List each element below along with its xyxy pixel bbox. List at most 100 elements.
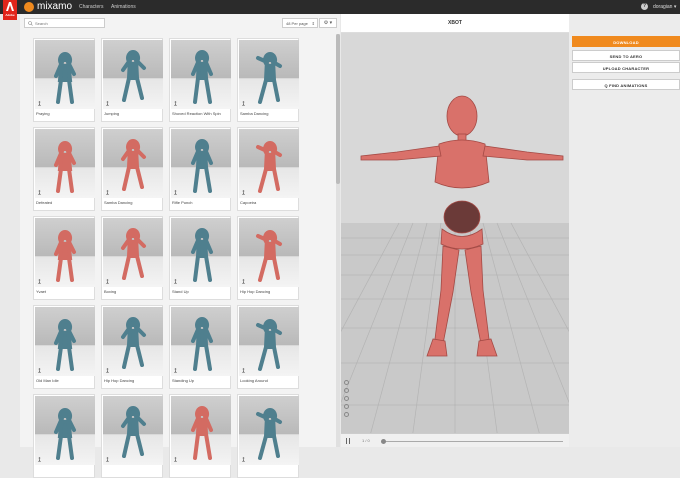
zoom-icon[interactable] xyxy=(344,404,349,409)
settings-dropdown-button[interactable]: ⚙ ▾ xyxy=(319,18,337,28)
scrollbar-thumb[interactable] xyxy=(336,34,340,184)
character-figure xyxy=(54,141,76,193)
animation-label: Rifle Punch xyxy=(172,200,193,205)
search-icon xyxy=(28,21,33,26)
animation-card[interactable]: Stand Up xyxy=(169,216,231,300)
animation-thumbnail xyxy=(35,307,95,376)
character-figure xyxy=(191,317,213,371)
user-menu[interactable]: doragian ▾ xyxy=(653,4,676,10)
animation-thumbnail xyxy=(239,307,299,376)
animation-card[interactable]: Yvaet xyxy=(33,216,95,300)
animation-label: Yvaet xyxy=(36,289,47,294)
character-figure xyxy=(191,50,213,104)
animation-card[interactable]: Hip Hop Dancing xyxy=(101,305,163,389)
animation-thumbnail xyxy=(239,218,299,287)
animation-card[interactable]: Defeated xyxy=(33,127,95,211)
animation-card[interactable]: Hip Hop Dancing xyxy=(237,216,299,300)
adobe-logo[interactable]: Adobe xyxy=(3,0,17,20)
animation-card[interactable]: Praying xyxy=(33,38,95,122)
motion-icon xyxy=(38,457,41,462)
animation-card[interactable]: Samba Dancing xyxy=(101,127,163,211)
pause-icon[interactable] xyxy=(346,438,350,444)
animation-card[interactable]: Jumping xyxy=(101,38,163,122)
help-icon[interactable]: ? xyxy=(641,3,648,10)
animation-card[interactable]: Rifle Punch xyxy=(169,127,231,211)
per-page-select[interactable]: 48 Per page ⇕ xyxy=(282,18,318,28)
motion-icon xyxy=(106,101,109,106)
xbot-character[interactable] xyxy=(357,94,567,379)
grid-icon[interactable] xyxy=(344,388,349,393)
character-figure xyxy=(121,406,146,458)
character-figure xyxy=(54,408,76,460)
motion-icon xyxy=(106,368,109,373)
character-figure xyxy=(256,230,282,282)
animation-thumbnail xyxy=(103,307,163,376)
character-viewer[interactable]: XBOT 1 / 0 xyxy=(341,14,569,447)
viewer-title: XBOT xyxy=(341,14,569,33)
animation-card[interactable]: Standing Up xyxy=(169,305,231,389)
camera-icon[interactable] xyxy=(344,380,349,385)
send-to-aero-button[interactable]: SEND TO AERO xyxy=(572,50,680,61)
animation-thumbnail xyxy=(103,40,163,109)
motion-icon xyxy=(106,279,109,284)
upload-character-button[interactable]: UPLOAD CHARACTER xyxy=(572,62,680,73)
character-figure xyxy=(256,52,282,104)
fullscreen-icon[interactable] xyxy=(344,412,349,417)
motion-icon xyxy=(174,190,177,195)
scrollbar[interactable] xyxy=(336,34,340,447)
playback-bar: 1 / 0 xyxy=(341,433,569,447)
animation-label: Hip Hop Dancing xyxy=(240,289,271,294)
animation-thumbnail xyxy=(239,129,299,198)
animation-thumbnail xyxy=(35,40,95,109)
character-figure xyxy=(54,52,76,104)
animation-label: Samba Dancing xyxy=(240,111,269,116)
app-name[interactable]: mixamo xyxy=(37,1,72,12)
animation-label: Samba Dancing xyxy=(104,200,133,205)
animation-card[interactable] xyxy=(101,394,163,478)
timeline-scrubber[interactable] xyxy=(381,439,386,444)
timeline-track[interactable] xyxy=(383,441,563,442)
animation-thumbnail xyxy=(103,396,163,465)
animation-label: Shoved Reaction With Spin xyxy=(172,111,221,116)
animation-thumbnail xyxy=(103,129,163,198)
animation-card[interactable]: Looking Around xyxy=(237,305,299,389)
animation-card[interactable]: Shoved Reaction With Spin xyxy=(169,38,231,122)
animation-card[interactable] xyxy=(169,394,231,478)
animation-card[interactable]: Samba Dancing xyxy=(237,38,299,122)
mixamo-logo-icon[interactable] xyxy=(24,2,34,12)
animation-label: Boxing xyxy=(104,289,117,294)
motion-icon xyxy=(242,368,245,373)
character-figure xyxy=(191,139,213,193)
motion-icon xyxy=(174,101,177,106)
character-figure xyxy=(121,139,146,191)
animation-card[interactable]: Old Man Idle xyxy=(33,305,95,389)
animation-card[interactable]: Boxing xyxy=(101,216,163,300)
motion-icon xyxy=(174,457,177,462)
motion-icon xyxy=(174,368,177,373)
character-figure xyxy=(121,317,146,369)
animation-thumbnail xyxy=(35,218,95,287)
download-button[interactable]: DOWNLOAD xyxy=(572,36,680,47)
animation-label: Capoeira xyxy=(240,200,257,205)
nav-animations[interactable]: Animations xyxy=(111,4,136,10)
animation-thumbnail xyxy=(171,218,231,287)
animation-thumbnail xyxy=(35,396,95,465)
select-arrows-icon: ⇕ xyxy=(311,21,315,26)
animation-card[interactable] xyxy=(237,394,299,478)
rotate-icon[interactable] xyxy=(344,396,349,401)
top-bar: Adobe mixamo Characters Animations ? dor… xyxy=(0,0,680,20)
find-animations-button[interactable]: Q FIND ANIMATIONS xyxy=(572,79,680,90)
character-figure xyxy=(256,408,282,460)
animation-label: Hip Hop Dancing xyxy=(104,378,135,383)
search-input[interactable] xyxy=(35,20,103,27)
motion-icon xyxy=(38,368,41,373)
character-figure xyxy=(54,319,76,371)
animation-card[interactable]: Capoeira xyxy=(237,127,299,211)
search-box[interactable] xyxy=(24,18,105,28)
actions-panel: DOWNLOAD SEND TO AERO UPLOAD CHARACTER Q… xyxy=(569,14,680,447)
motion-icon xyxy=(38,101,41,106)
nav-characters[interactable]: Characters xyxy=(79,4,103,10)
animation-card[interactable] xyxy=(33,394,95,478)
character-figure xyxy=(191,406,213,460)
per-page-value: 48 Per page xyxy=(286,21,308,26)
